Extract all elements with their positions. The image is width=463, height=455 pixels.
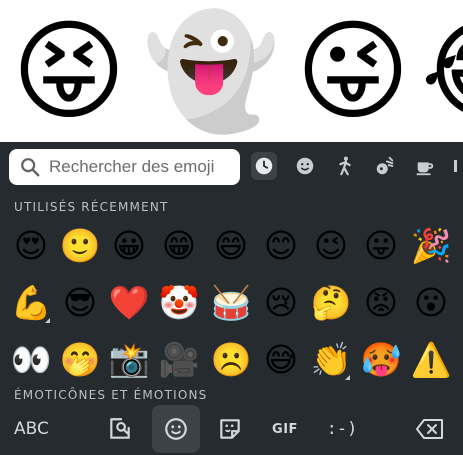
- recent-emoji-grid: 😍 🙂 😀 😁 😄 😊 😉 😛 🎉 💪 😎 ❤️ 🤡 🥁 😢 🤔 😡 😮 👀 🤭…: [0, 222, 463, 393]
- recent-clock-icon[interactable]: [251, 152, 277, 180]
- emoji-key[interactable]: 🤭: [57, 336, 103, 382]
- emoji-row: 💪 😎 ❤️ 🤡 🥁 😢 🤔 😡 😮: [0, 279, 463, 336]
- emoji-key[interactable]: 📸: [106, 336, 152, 382]
- food-category-icon[interactable]: [412, 152, 438, 180]
- emoji-key[interactable]: 😀: [106, 222, 152, 268]
- emoji-search-field[interactable]: Rechercher des emoji: [9, 149, 240, 185]
- emoticon-label: :-): [326, 419, 358, 439]
- person-category-icon[interactable]: [332, 152, 358, 180]
- emoji-key[interactable]: 👏: [308, 336, 354, 382]
- emoji-suggestion-strip: 😝 👻 😜 😂: [0, 0, 463, 142]
- emoji-kitchen-search-icon[interactable]: [96, 405, 144, 453]
- emoji-glyph: 💪: [10, 282, 52, 322]
- emoji-key[interactable]: 🤔: [308, 279, 354, 325]
- emoji-key[interactable]: 😎: [57, 279, 103, 325]
- emoticon-tab-button[interactable]: :-): [318, 405, 366, 453]
- emoji-key[interactable]: ❤️: [106, 279, 152, 325]
- emoji-key[interactable]: 😊: [258, 222, 304, 268]
- emoji-key[interactable]: ☹️: [208, 336, 254, 382]
- emoji-key[interactable]: 👀: [8, 336, 54, 382]
- emoji-key[interactable]: 💪: [8, 279, 54, 325]
- more-categories-edge[interactable]: [454, 160, 457, 172]
- emoji-key[interactable]: 😄: [208, 222, 254, 268]
- emoji-key[interactable]: ⚠️: [408, 336, 454, 382]
- gif-label: GIF: [272, 421, 298, 437]
- emoji-key[interactable]: 😁: [156, 222, 202, 268]
- emoji-key[interactable]: 🎉: [408, 222, 454, 268]
- emoji-key[interactable]: 🙂: [57, 222, 103, 268]
- keyboard-bottom-bar: ABC GIF :-): [0, 405, 463, 455]
- emoji-key[interactable]: 😅: [258, 336, 304, 382]
- skin-tone-variants-indicator: [345, 375, 350, 380]
- section-label-emotions: ÉMOTICÔNES ET ÉMOTIONS: [14, 388, 208, 402]
- backspace-icon[interactable]: [406, 405, 454, 453]
- emoji-row: 😍 🙂 😀 😁 😄 😊 😉 😛 🎉: [0, 222, 463, 279]
- emoji-key[interactable]: 😍: [8, 222, 54, 268]
- emoji-key[interactable]: 😡: [358, 279, 404, 325]
- section-label-recent: UTILISÉS RÉCEMMENT: [14, 200, 169, 214]
- search-icon: [21, 158, 40, 177]
- emoji-tab-smiley-icon[interactable]: [152, 405, 200, 453]
- suggestion-emoji-2[interactable]: 👻: [143, 6, 280, 136]
- skin-tone-variants-indicator: [45, 318, 50, 323]
- suggestion-emoji-4[interactable]: 😂: [420, 6, 463, 136]
- emoji-key[interactable]: 🤡: [156, 279, 202, 325]
- emoji-key[interactable]: 🎥: [156, 336, 202, 382]
- abc-switch-button[interactable]: ABC: [14, 419, 49, 439]
- emoji-key[interactable]: 😢: [258, 279, 304, 325]
- emoji-row: 👀 🤭 📸 🎥 ☹️ 😅 👏 🥵 ⚠️: [0, 336, 463, 393]
- gif-tab-button[interactable]: GIF: [261, 405, 309, 453]
- emoji-key[interactable]: 😛: [358, 222, 404, 268]
- emoji-key[interactable]: 😉: [308, 222, 354, 268]
- sticker-icon[interactable]: [206, 405, 254, 453]
- suggestion-emoji-1[interactable]: 😝: [4, 6, 134, 136]
- suggestion-emoji-3[interactable]: 😜: [288, 6, 418, 136]
- emoji-key[interactable]: 🥵: [358, 336, 404, 382]
- activity-category-icon[interactable]: [372, 152, 398, 180]
- emoji-glyph: 👏: [310, 339, 352, 379]
- smiley-category-icon[interactable]: [292, 152, 318, 180]
- search-placeholder: Rechercher des emoji: [49, 157, 215, 176]
- emoji-key[interactable]: 🥁: [208, 279, 254, 325]
- emoji-key[interactable]: 😮: [408, 279, 454, 325]
